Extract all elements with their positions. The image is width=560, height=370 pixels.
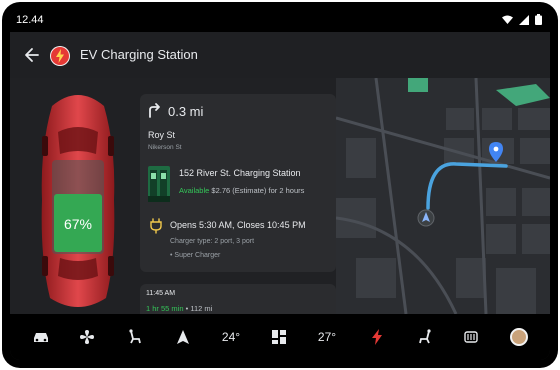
ev-plug-icon bbox=[150, 218, 162, 234]
cross-street: Nikerson St bbox=[148, 144, 182, 151]
battery-percent-label: 67% bbox=[64, 216, 92, 232]
seat-heat-right-icon[interactable] bbox=[414, 327, 436, 347]
trip-duration: 1 hr 55 min bbox=[146, 304, 184, 313]
fan-icon[interactable] bbox=[76, 327, 98, 347]
seat-heat-left-icon[interactable] bbox=[124, 327, 146, 347]
car-icon[interactable] bbox=[30, 327, 52, 347]
street-name: Roy St bbox=[148, 130, 176, 140]
lightning-bolt-icon bbox=[51, 47, 69, 65]
main-content: 67% 0.3 mi Roy St Nikerson St 152 River … bbox=[10, 78, 550, 324]
station-availability-line: Available $2.76 (Estimate) for 2 hours bbox=[179, 186, 304, 195]
profile-avatar[interactable] bbox=[508, 327, 530, 347]
signal-icon bbox=[519, 14, 529, 25]
turn-right-icon bbox=[149, 103, 160, 118]
station-thumbnail bbox=[148, 166, 170, 202]
arrival-time: 11:45 AM bbox=[146, 290, 176, 297]
station-name: 152 River St. Charging Station bbox=[179, 168, 301, 178]
price-estimate: $2.76 (Estimate) for 2 hours bbox=[211, 186, 305, 195]
ev-charging-icon[interactable] bbox=[366, 327, 388, 347]
app-header: EV Charging Station bbox=[10, 32, 550, 78]
turn-distance: 0.3 mi bbox=[168, 104, 204, 119]
avatar bbox=[510, 328, 528, 346]
temperature-left[interactable]: 24° bbox=[216, 327, 246, 347]
charging-station-image bbox=[148, 170, 170, 202]
status-bar: 12.44 bbox=[10, 10, 550, 32]
trip-distance: • 112 mi bbox=[185, 304, 213, 313]
charger-type: Charger type: 2 port, 3 port bbox=[170, 238, 255, 245]
navigation-map[interactable] bbox=[336, 78, 550, 314]
availability-status: Available bbox=[179, 186, 210, 195]
trip-duration-line: 1 hr 55 min • 112 mi bbox=[146, 304, 212, 313]
super-charger-label: • Super Charger bbox=[170, 252, 221, 259]
screen: 12.44 EV Charging Station 67% 0.3 mi Roy… bbox=[10, 10, 550, 360]
charging-logo bbox=[50, 46, 70, 66]
map-graphic bbox=[336, 78, 550, 314]
apps-grid-icon[interactable] bbox=[268, 327, 290, 347]
station-details-card[interactable]: 0.3 mi Roy St Nikerson St 152 River St. … bbox=[140, 94, 336, 272]
temperature-right[interactable]: 27° bbox=[312, 327, 342, 347]
back-arrow-icon[interactable] bbox=[22, 45, 42, 65]
battery-icon bbox=[535, 14, 542, 25]
status-icons bbox=[502, 14, 542, 25]
navigation-icon[interactable] bbox=[172, 327, 194, 347]
bottom-nav-bar: 24° 27° bbox=[10, 314, 550, 360]
page-title: EV Charging Station bbox=[80, 47, 198, 62]
status-time: 12.44 bbox=[16, 14, 44, 26]
rear-defrost-icon[interactable] bbox=[460, 327, 482, 347]
device-frame: 12.44 EV Charging Station 67% 0.3 mi Roy… bbox=[2, 2, 558, 368]
wifi-icon bbox=[502, 15, 513, 24]
opening-hours: Opens 5:30 AM, Closes 10:45 PM bbox=[170, 220, 306, 230]
car-battery-illustration: 67% bbox=[41, 95, 115, 307]
